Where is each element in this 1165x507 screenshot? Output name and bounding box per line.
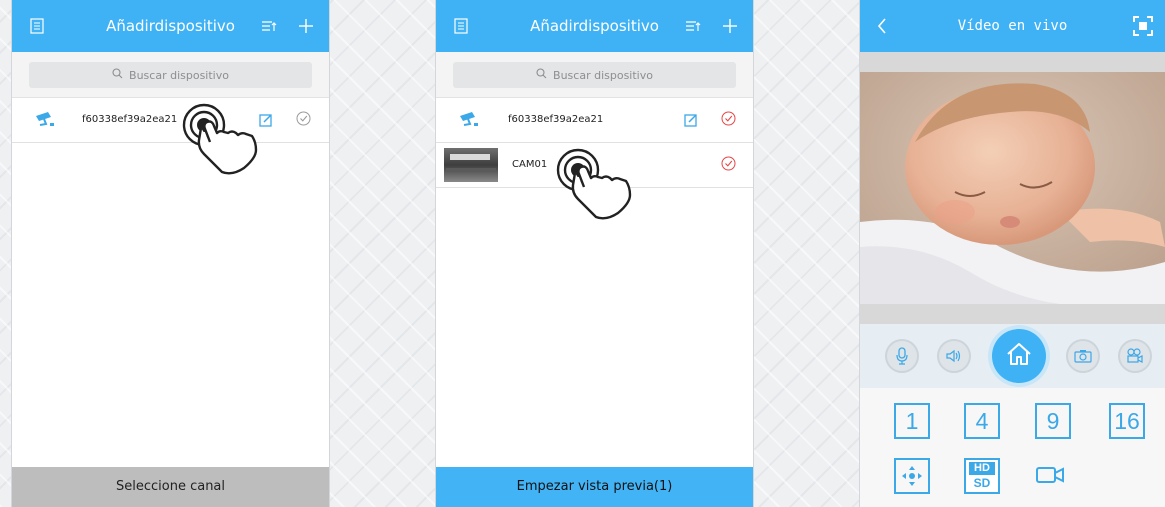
- video-record-button[interactable]: [1035, 458, 1067, 490]
- home-button[interactable]: [992, 329, 1046, 383]
- add-icon[interactable]: [294, 0, 318, 52]
- top-bar: Añadirdispositivo: [436, 0, 753, 52]
- layout-1-button[interactable]: 1: [894, 403, 930, 439]
- search-placeholder: Buscar dispositivo: [129, 68, 229, 82]
- hd-label: HD: [969, 462, 995, 475]
- channel-name: CAM01: [512, 159, 548, 170]
- search-icon: [112, 68, 123, 82]
- camera-icon: [458, 110, 480, 132]
- live-video-feed[interactable]: [860, 72, 1165, 304]
- add-icon[interactable]: [718, 0, 742, 52]
- ptz-control-button[interactable]: [894, 458, 930, 494]
- search-input[interactable]: Buscar dispositivo: [29, 62, 312, 88]
- device-name: f60338ef39a2ea21: [82, 114, 178, 125]
- phone-screen-live-video: Vídeo en vivo 1 4 9 16 HD SD: [860, 0, 1165, 507]
- layout-9-button[interactable]: 9: [1035, 403, 1071, 439]
- check-icon[interactable]: [721, 111, 736, 130]
- device-row[interactable]: f60338ef39a2ea21: [12, 98, 329, 143]
- speaker-icon[interactable]: [937, 339, 971, 373]
- hd-sd-toggle-button[interactable]: HD SD: [964, 458, 1000, 494]
- search-area: Buscar dispositivo: [436, 52, 753, 98]
- video-top-margin: [860, 52, 1165, 72]
- tap-gesture-icon: [556, 148, 632, 220]
- start-preview-button[interactable]: Empezar vista previa(1): [436, 467, 753, 507]
- control-bar: [860, 324, 1165, 388]
- device-name: f60338ef39a2ea21: [508, 114, 604, 125]
- home-icon: [1006, 342, 1032, 370]
- page-title: Añadirdispositivo: [106, 17, 235, 35]
- search-area: Buscar dispositivo: [12, 52, 329, 98]
- layout-grid-panel: 1 4 9 16 HD SD: [860, 388, 1165, 507]
- search-input[interactable]: Buscar dispositivo: [453, 62, 736, 88]
- sd-label: SD: [973, 476, 991, 490]
- fullscreen-icon[interactable]: [1130, 0, 1156, 52]
- record-video-icon[interactable]: [1118, 339, 1152, 373]
- layout-16-button[interactable]: 16: [1109, 403, 1145, 439]
- check-icon[interactable]: [721, 156, 736, 175]
- top-bar: Vídeo en vivo: [860, 0, 1165, 52]
- device-row[interactable]: f60338ef39a2ea21: [436, 98, 753, 143]
- sort-icon[interactable]: [257, 0, 281, 52]
- microphone-icon[interactable]: [885, 339, 919, 373]
- sort-icon[interactable]: [681, 0, 705, 52]
- video-camera-icon: [1036, 467, 1064, 483]
- select-channel-button[interactable]: Seleccione canal: [12, 467, 329, 507]
- layout-4-button[interactable]: 4: [964, 403, 1000, 439]
- search-placeholder: Buscar dispositivo: [553, 68, 653, 82]
- camera-icon: [34, 110, 56, 132]
- tap-gesture-icon: [182, 103, 258, 175]
- search-icon: [536, 68, 547, 82]
- snapshot-camera-icon[interactable]: [1066, 339, 1100, 373]
- channel-thumbnail: [444, 148, 498, 182]
- video-bottom-margin: [860, 304, 1165, 324]
- ptz-arrows-icon: [902, 466, 922, 486]
- phone-screen-channel-list: Añadirdispositivo Buscar dispositivo f60…: [436, 0, 753, 507]
- page-title: Añadirdispositivo: [530, 17, 659, 35]
- phone-screen-add-device: Añadirdispositivo Buscar dispositivo f60…: [12, 0, 329, 507]
- edit-icon[interactable]: [684, 112, 698, 131]
- top-bar: Añadirdispositivo: [12, 0, 329, 52]
- page-title: Vídeo en vivo: [957, 18, 1068, 34]
- check-icon[interactable]: [296, 111, 311, 130]
